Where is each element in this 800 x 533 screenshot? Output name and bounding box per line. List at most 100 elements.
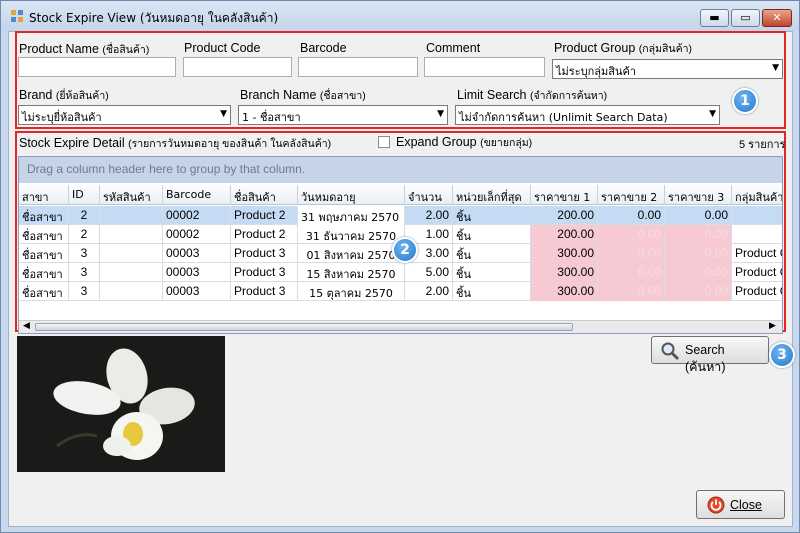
expand-group-label[interactable]: Expand Group (ขยายกลุ่ม) [396, 134, 532, 151]
title-bar[interactable]: Stock Expire View (วันหมดอายุ ในคลังสินค… [1, 1, 799, 31]
cell-price-3: 0.00 [665, 263, 732, 282]
branch-name-select[interactable]: 1 - ชื่อสาขา ▼ [238, 105, 448, 125]
cell-price-2: 0.00 [598, 263, 665, 282]
cell-group: Product G [732, 282, 782, 301]
cell-branch: ชื่อสาขา [19, 206, 69, 225]
product-code-input[interactable] [183, 57, 292, 77]
cell-unit: ชิ้น [453, 282, 531, 301]
cell-group: Product G [732, 244, 782, 263]
cell-price-1: 300.00 [531, 244, 598, 263]
app-icon [11, 10, 23, 22]
cell-price-1: 200.00 [531, 225, 598, 244]
table-row[interactable]: ชื่อสาขา 2 00002 Product 2 31 พฤษภาคม 25… [19, 206, 782, 225]
branch-name-label: Branch Name (ชื่อสาขา) [240, 88, 366, 102]
product-group-select[interactable]: ไม่ระบุกลุ่มสินค้า ▼ [552, 59, 783, 79]
column-header[interactable]: ราคาขาย 1 [531, 185, 598, 205]
close-button[interactable]: Close [696, 490, 785, 519]
comment-input[interactable] [424, 57, 545, 77]
cell-name: Product 2 [231, 225, 298, 244]
cell-id: 3 [69, 282, 100, 301]
cell-name: Product 3 [231, 244, 298, 263]
cell-branch: ชื่อสาขา [19, 225, 69, 244]
chevron-down-icon: ▼ [772, 63, 779, 73]
detail-label: Stock Expire Detail (รายการวันหมดอายุ ขอ… [19, 136, 332, 150]
limit-search-label: Limit Search (จำกัดการค้นหา) [457, 88, 608, 102]
cell-price-3: 0.00 [665, 282, 732, 301]
barcode-input[interactable] [298, 57, 418, 77]
column-header[interactable]: วันหมดอายุ [298, 185, 405, 205]
cell-price-1: 200.00 [531, 206, 598, 225]
cell-unit: ชิ้น [453, 225, 531, 244]
group-by-panel[interactable]: Drag a column header here to group by th… [19, 157, 782, 183]
cell-branch: ชื่อสาขา [19, 263, 69, 282]
search-button[interactable]: Search (ค้นหา) [651, 336, 769, 374]
horizontal-scrollbar[interactable]: ◀ ▶ [19, 320, 782, 333]
comment-label: Comment [426, 41, 481, 55]
scroll-right-icon[interactable]: ▶ [769, 321, 776, 331]
cell-barcode: 00003 [163, 244, 231, 263]
minimize-button[interactable]: ▬ [700, 9, 729, 27]
cell-branch: ชื่อสาขา [19, 244, 69, 263]
cell-price-3: 0.00 [665, 225, 732, 244]
callout-badge-2: 2 [392, 237, 418, 263]
column-header[interactable]: ID [69, 185, 100, 205]
column-header[interactable]: สาขา [19, 185, 69, 205]
cell-expire: 01 สิงหาคม 2570 [298, 244, 405, 263]
cell-name: Product 2 [231, 206, 298, 225]
column-header[interactable]: จำนวน [405, 185, 453, 205]
branch-name-value: 1 - ชื่อสาขา [242, 111, 301, 124]
cell-price-2: 0.00 [598, 282, 665, 301]
column-header[interactable]: ชื่อสินค้า [231, 185, 298, 205]
search-icon [661, 342, 680, 361]
brand-select[interactable]: ไม่ระบุยี่ห้อสินค้า ▼ [18, 105, 231, 125]
product-name-input[interactable] [18, 57, 176, 77]
cell-group: Product G [732, 263, 782, 282]
cell-code [100, 263, 163, 282]
record-count: 5 รายการ [739, 139, 786, 151]
cell-id: 3 [69, 263, 100, 282]
product-group-value: ไม่ระบุกลุ่มสินค้า [556, 65, 637, 78]
window-title: Stock Expire View (วันหมดอายุ ในคลังสินค… [29, 11, 279, 25]
column-header[interactable]: รหัสสินค้า [100, 185, 163, 205]
maximize-button[interactable]: ▭ [731, 9, 760, 27]
column-header[interactable]: Barcode [163, 185, 231, 205]
product-image [17, 336, 225, 472]
cell-barcode: 00003 [163, 263, 231, 282]
cell-code [100, 282, 163, 301]
limit-search-select[interactable]: ไม่จำกัดการค้นหา (Unlimit Search Data) ▼ [455, 105, 720, 125]
close-button-label: Close [730, 498, 762, 512]
cell-id: 2 [69, 225, 100, 244]
table-row[interactable]: ชื่อสาขา 3 00003 Product 3 15 สิงหาคม 25… [19, 263, 782, 282]
cell-expire[interactable]: 31 พฤษภาคม 2570 [298, 206, 405, 225]
column-header[interactable]: หน่วยเล็กที่สุด [453, 185, 531, 205]
column-header[interactable]: ราคาขาย 2 [598, 185, 665, 205]
cell-qty: 5.00 [405, 263, 453, 282]
close-window-button[interactable]: ✕ [762, 9, 792, 27]
cell-expire: 15 ตุลาคม 2570 [298, 282, 405, 301]
cell-unit: ชิ้น [453, 206, 531, 225]
cell-group [732, 206, 782, 225]
cell-price-1: 300.00 [531, 282, 598, 301]
cell-unit: ชิ้น [453, 263, 531, 282]
cell-price-1: 300.00 [531, 263, 598, 282]
cell-id: 2 [69, 206, 100, 225]
brand-label: Brand (ยี่ห้อสินค้า) [19, 88, 109, 102]
cell-price-2: 0.00 [598, 225, 665, 244]
table-row[interactable]: ชื่อสาขา 3 00003 Product 3 15 ตุลาคม 257… [19, 282, 782, 301]
cell-price-2: 0.00 [598, 206, 665, 225]
cell-barcode: 00002 [163, 225, 231, 244]
cell-qty: 2.00 [405, 282, 453, 301]
chevron-down-icon: ▼ [437, 109, 444, 119]
expand-group-checkbox[interactable] [378, 136, 390, 148]
column-header[interactable]: ราคาขาย 3 [665, 185, 732, 205]
cell-price-2: 0.00 [598, 244, 665, 263]
cell-expire: 15 สิงหาคม 2570 [298, 263, 405, 282]
cell-code [100, 206, 163, 225]
scroll-left-icon[interactable]: ◀ [23, 321, 30, 331]
cell-code [100, 225, 163, 244]
orchid-image [17, 336, 225, 472]
column-header[interactable]: กลุ่มสินค้า [732, 185, 782, 205]
scrollbar-thumb[interactable] [35, 323, 573, 331]
cell-price-3: 0.00 [665, 244, 732, 263]
stock-expire-window: Stock Expire View (วันหมดอายุ ในคลังสินค… [0, 0, 800, 533]
